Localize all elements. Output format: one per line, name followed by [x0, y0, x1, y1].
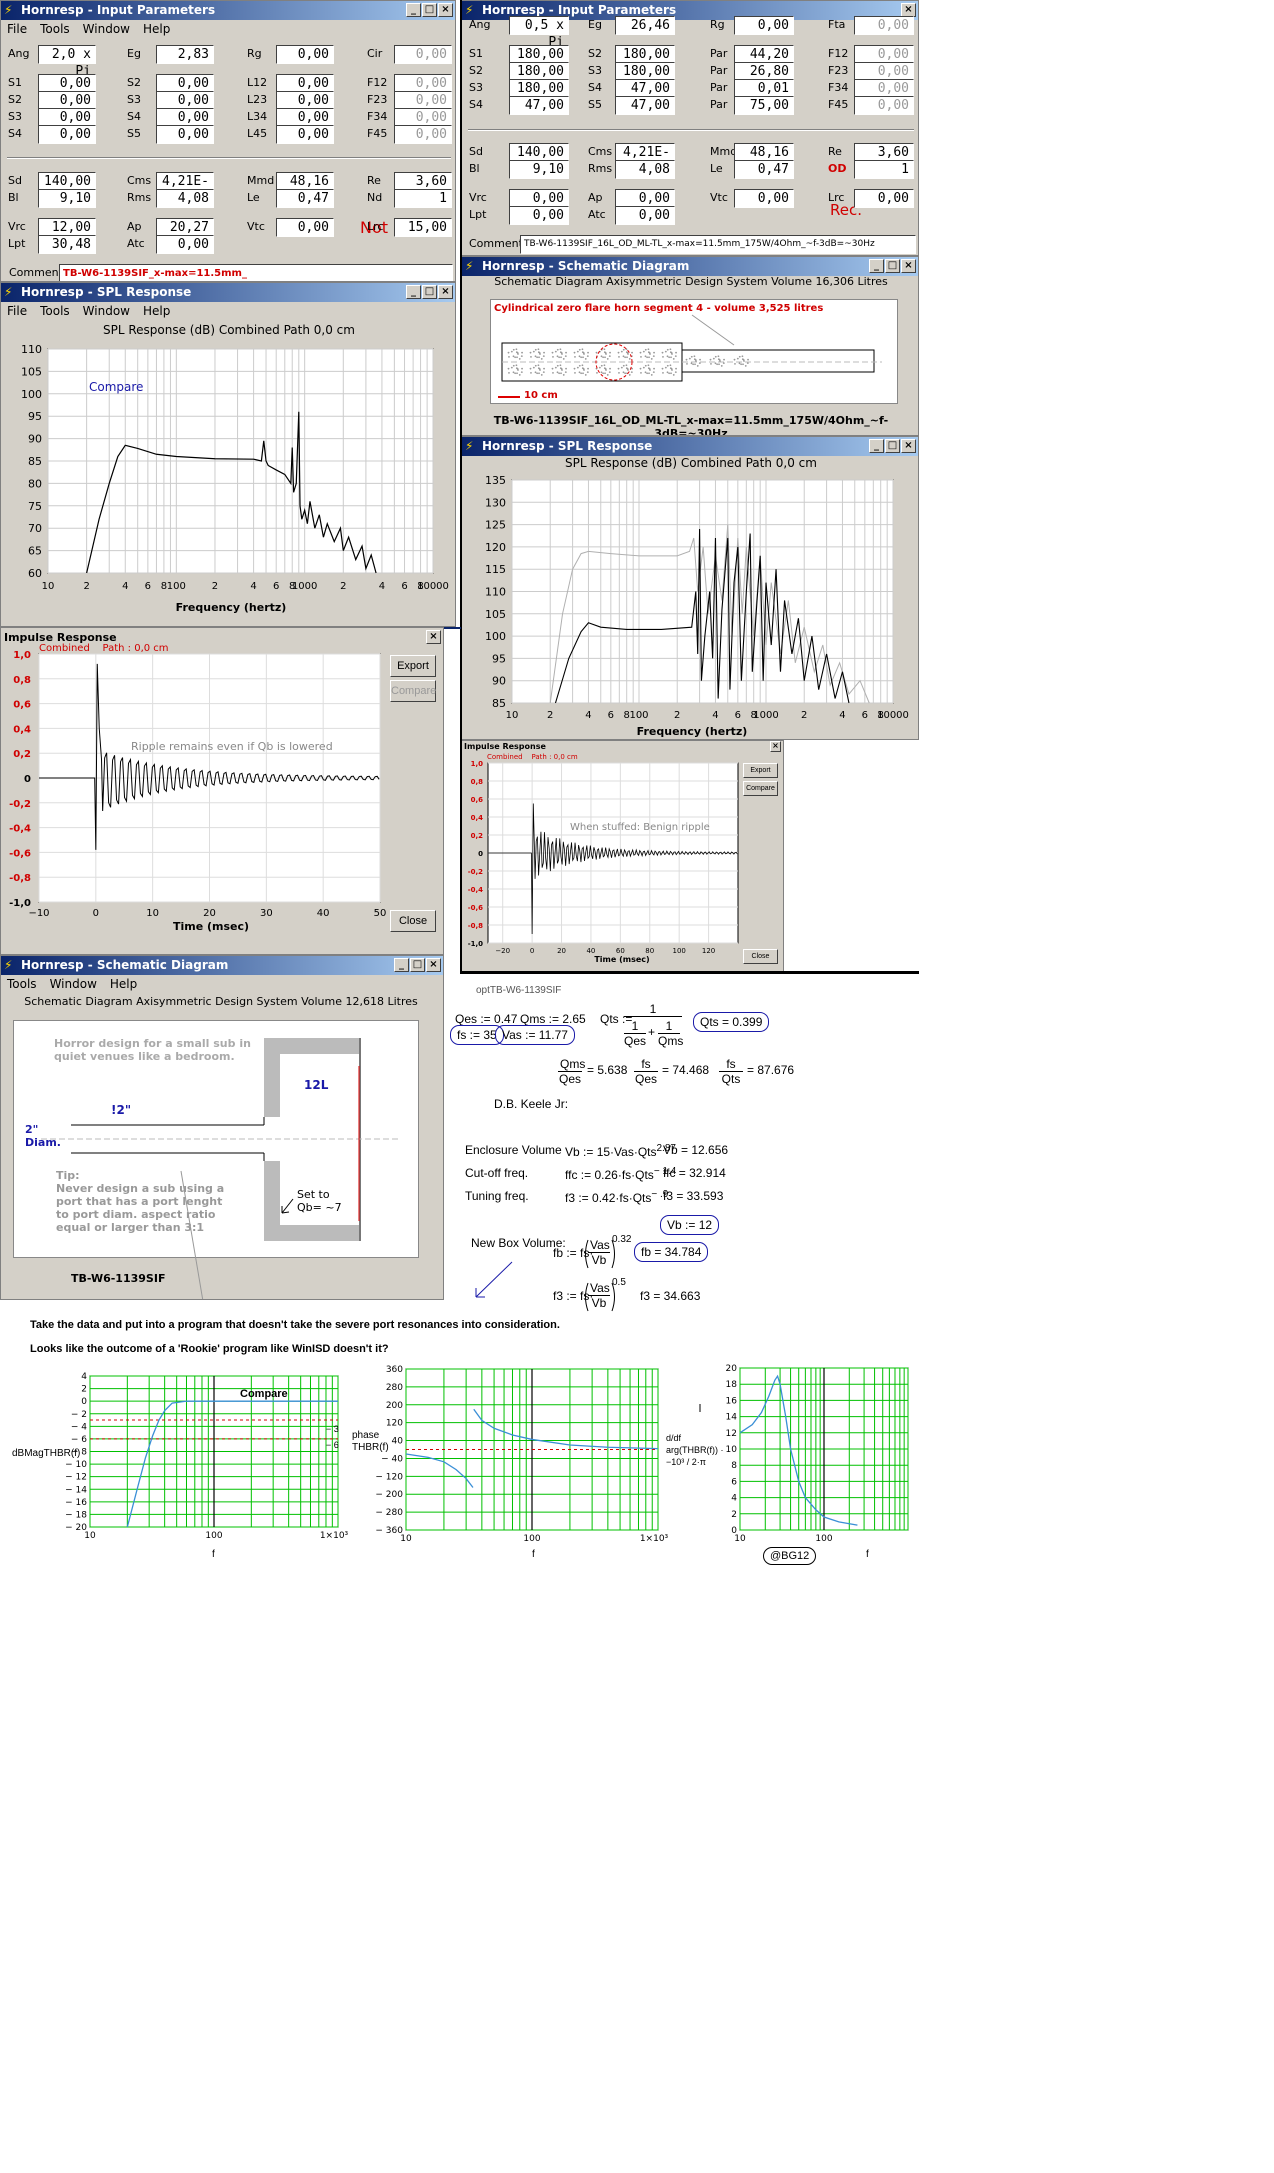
x-tick: 10 [400, 1534, 412, 1544]
y-tick: − 280 [375, 1508, 403, 1518]
y-tick: − 4 [71, 1422, 87, 1432]
note-1: Take the data and put into a program tha… [30, 1319, 560, 1331]
x-tick: 10 [734, 1534, 746, 1544]
y-tick: − 2 [71, 1410, 87, 1420]
y-tick: 18 [726, 1380, 738, 1390]
y-tick: 20 [726, 1364, 738, 1374]
y-tick: 4 [731, 1494, 737, 1504]
y-tick: 2 [731, 1510, 737, 1520]
y-tick: − 14 [65, 1485, 87, 1495]
x-tick: 100 [205, 1531, 222, 1541]
y-tick: 4 [81, 1372, 87, 1382]
plot3-xlabel: f [866, 1549, 869, 1560]
plot3-ylabel: d/df arg(THBR(f)) · −10³ / 2·π [666, 1433, 724, 1467]
x-tick: 100 [815, 1534, 832, 1544]
y-tick: 14 [726, 1413, 738, 1423]
plot2-ylabel: phase THBR(f) [352, 1430, 389, 1453]
mathcad-plot-magnitude: − 20− 18− 16− 14− 12− 10− 8− 6− 4− 20241… [65, 1372, 349, 1541]
y-tick: 40 [392, 1437, 404, 1447]
y-tick: − 18 [65, 1510, 87, 1520]
note-2: Looks like the outcome of a 'Rookie' pro… [30, 1343, 389, 1355]
y-tick: 16 [726, 1396, 738, 1406]
y-tick: 200 [386, 1401, 403, 1411]
y-tick: 360 [386, 1365, 403, 1375]
y-tick: 280 [386, 1383, 403, 1393]
signature-badge: @BG12 [763, 1547, 817, 1565]
mathcad-plot-phase: − 360 − 280 − 200 − 120 − 40 40 120 200 280 360 10… [375, 1365, 668, 1544]
y-tick: − 40 [381, 1454, 403, 1464]
y-tick: − 10 [65, 1460, 87, 1470]
plot1-mark-3: − 3 [326, 1424, 339, 1434]
y-tick: − 6 [71, 1435, 87, 1445]
y-tick: − 12 [65, 1473, 87, 1483]
plot1-xlabel: f [212, 1549, 215, 1560]
x-tick: 1×10³ [320, 1531, 349, 1541]
y-tick: 0 [81, 1397, 87, 1407]
math-decor [475, 1239, 701, 1412]
y-tick: − 360 [375, 1526, 403, 1536]
y-tick: 120 [386, 1419, 403, 1429]
x-tick: 100 [523, 1534, 540, 1544]
plot1-ylabel: dBMagTHBR(f) [12, 1448, 81, 1459]
y-tick: 2 [81, 1385, 87, 1395]
y-tick: 6 [731, 1477, 737, 1487]
plot1-mark-6: − 6 [326, 1440, 339, 1450]
x-tick: 10 [84, 1531, 96, 1541]
y-tick: − 200 [375, 1490, 403, 1500]
y-tick: − 120 [375, 1472, 403, 1482]
plot1-compare: Compare [240, 1388, 288, 1400]
y-tick: − 16 [65, 1498, 87, 1508]
plot2-xlabel: f [532, 1549, 535, 1560]
